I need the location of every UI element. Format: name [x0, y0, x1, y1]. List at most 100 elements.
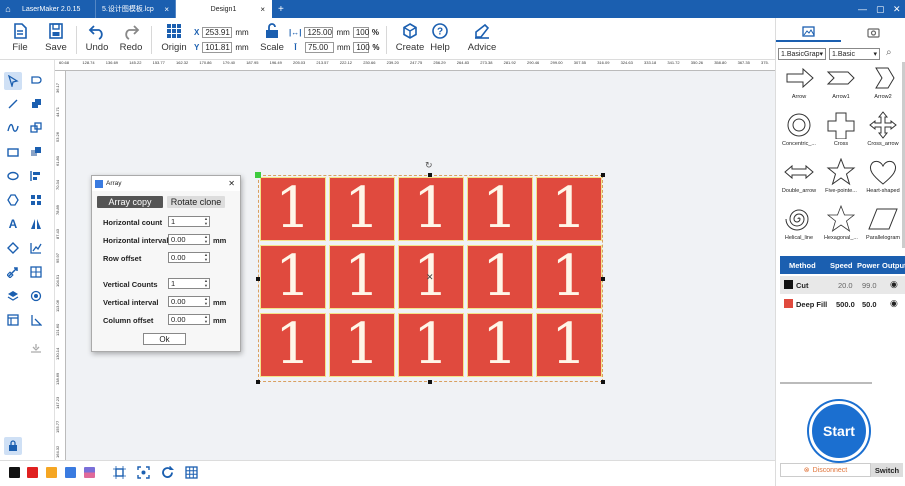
frame-icon[interactable] [113, 466, 126, 481]
shape-item[interactable]: Hexagonal_... [820, 205, 862, 241]
x-input[interactable]: 253.91 [202, 27, 233, 38]
resize-handle[interactable] [601, 380, 605, 384]
file-button[interactable]: File [1, 22, 39, 58]
array-cell[interactable]: 1 [536, 177, 602, 241]
measure-tool-icon[interactable] [4, 263, 22, 281]
resize-handle[interactable] [428, 380, 432, 384]
ellipse-tool-icon[interactable] [4, 167, 22, 185]
refresh-icon[interactable] [161, 466, 174, 481]
row-offset-input[interactable]: 0.00 ▲ ▼ [168, 252, 210, 263]
width-percent-input[interactable]: 100 [352, 27, 369, 38]
subtract-icon[interactable] [27, 143, 45, 161]
array-cell[interactable]: 1 [467, 313, 533, 377]
tab-app[interactable]: LaserMaker 2.0.15 [16, 0, 96, 18]
color-swatch-purple[interactable] [84, 467, 95, 478]
save-button[interactable]: Save [37, 22, 75, 58]
y-input[interactable]: 101.81 [202, 42, 233, 53]
vertical-count-input[interactable]: 1 ▲ ▼ [168, 278, 210, 289]
array-cell[interactable]: 1 [260, 177, 326, 241]
node-edit-icon[interactable] [27, 72, 45, 90]
tab-array-copy[interactable]: Array copy [97, 196, 163, 208]
resize-handle[interactable] [428, 173, 432, 177]
home-icon[interactable]: ⌂ [0, 0, 16, 18]
array-cell[interactable]: 1 [398, 177, 464, 241]
array-cell[interactable]: 1 [260, 245, 326, 309]
array-cell[interactable]: 1 [260, 313, 326, 377]
shape-item[interactable]: Arrow2 [862, 64, 904, 100]
shape-item[interactable]: Double_arrow [778, 158, 820, 194]
rectangle-tool-icon[interactable] [4, 143, 22, 161]
column-offset-input[interactable]: 0.00 ▲ ▼ [168, 314, 210, 325]
color-swatch-blue[interactable] [65, 467, 76, 478]
search-icon[interactable]: ⌕ [886, 47, 892, 58]
shape-item[interactable]: Heart-shaped [862, 158, 904, 194]
spinner-icon[interactable]: ▲ ▼ [203, 278, 209, 288]
close-window-icon[interactable]: ✕ [893, 0, 901, 18]
category-select[interactable]: 1.Basic ▾ [829, 48, 880, 60]
weld-icon[interactable] [27, 119, 45, 137]
resize-handle[interactable] [601, 173, 605, 177]
curve-tool-icon[interactable] [4, 119, 22, 137]
spinner-icon[interactable]: ▲ ▼ [203, 252, 209, 262]
shape-item[interactable]: Cross_arrow [862, 111, 904, 147]
redo-button[interactable]: Redo [112, 22, 150, 58]
spinner-icon[interactable]: ▲ ▼ [203, 234, 209, 244]
array-cell[interactable]: 1 [467, 177, 533, 241]
array-cell[interactable]: 1 [329, 313, 395, 377]
tab-rotate-clone[interactable]: Rotate clone [167, 196, 225, 208]
width-input[interactable]: 125.00 [304, 27, 334, 38]
close-tab-icon[interactable]: × [156, 5, 169, 14]
close-icon[interactable]: ✕ [228, 179, 235, 188]
shape-item[interactable]: Arrow [778, 64, 820, 100]
bend-tool-icon[interactable] [27, 311, 45, 329]
spinner-icon[interactable]: ▲ ▼ [203, 216, 209, 226]
shape-item[interactable]: Helical_line [778, 205, 820, 241]
undo-button[interactable]: Undo [78, 22, 116, 58]
lock-canvas-icon[interactable] [4, 437, 22, 455]
height-percent-input[interactable]: 100 [353, 42, 370, 53]
spinner-icon[interactable]: ▲ ▼ [203, 314, 209, 324]
ok-button[interactable]: Ok [143, 333, 186, 345]
resize-handle[interactable] [256, 277, 260, 281]
tab-template[interactable]: 5.设计图模板.lcp × [96, 0, 176, 18]
chart-tool-icon[interactable] [27, 239, 45, 257]
array-cell[interactable]: 1 [467, 245, 533, 309]
minimize-icon[interactable]: — [858, 0, 867, 18]
select-tool-icon[interactable] [4, 72, 22, 90]
color-swatch-black[interactable] [9, 467, 20, 478]
line-tool-icon[interactable] [4, 95, 22, 113]
offset-tool-icon[interactable] [27, 287, 45, 305]
array-cell[interactable]: 1 [329, 245, 395, 309]
switch-button[interactable]: Switch [871, 463, 903, 477]
eraser-tool-icon[interactable] [4, 239, 22, 257]
advice-button[interactable]: Advice [463, 22, 501, 58]
combine-icon[interactable] [27, 95, 45, 113]
origin-button[interactable]: Origin [155, 22, 193, 58]
disconnect-button[interactable]: ⊗ Disconnect [780, 463, 871, 477]
array-cell[interactable]: 1 [536, 245, 602, 309]
shape-item[interactable]: Parallelogram [862, 205, 904, 241]
shape-item[interactable]: Concentric_... [778, 111, 820, 147]
resize-handle[interactable] [256, 380, 260, 384]
layer-row-deep-fill[interactable]: Deep Fill 500.0 50.0 ◉ [780, 295, 905, 313]
resize-handle[interactable] [601, 277, 605, 281]
start-button[interactable]: Start [809, 401, 869, 461]
array-tool-icon[interactable] [27, 263, 45, 281]
shape-item[interactable]: Arrow1 [820, 64, 862, 100]
table-tool-icon[interactable] [4, 311, 22, 329]
maximize-icon[interactable]: ▢ [876, 0, 885, 18]
focus-icon[interactable] [137, 466, 150, 481]
new-tab-icon[interactable]: + [278, 4, 284, 15]
color-swatch-red[interactable] [27, 467, 38, 478]
grid-icon[interactable] [185, 466, 198, 481]
library-select[interactable]: 1.BasicGrap ▾ [778, 48, 826, 60]
height-input[interactable]: 75.00 [305, 42, 334, 53]
rotate-handle-icon[interactable]: ↻ [425, 160, 433, 171]
distribute-icon[interactable] [27, 191, 45, 209]
text-tool-icon[interactable]: A [4, 215, 22, 233]
horizontal-interval-input[interactable]: 0.00 ▲ ▼ [168, 234, 210, 245]
tab-design1[interactable]: Design1 × [176, 0, 272, 18]
tab-camera[interactable] [841, 22, 905, 42]
vertical-interval-input[interactable]: 0.00 ▲ ▼ [168, 296, 210, 307]
help-button[interactable]: ? Help [421, 22, 459, 58]
